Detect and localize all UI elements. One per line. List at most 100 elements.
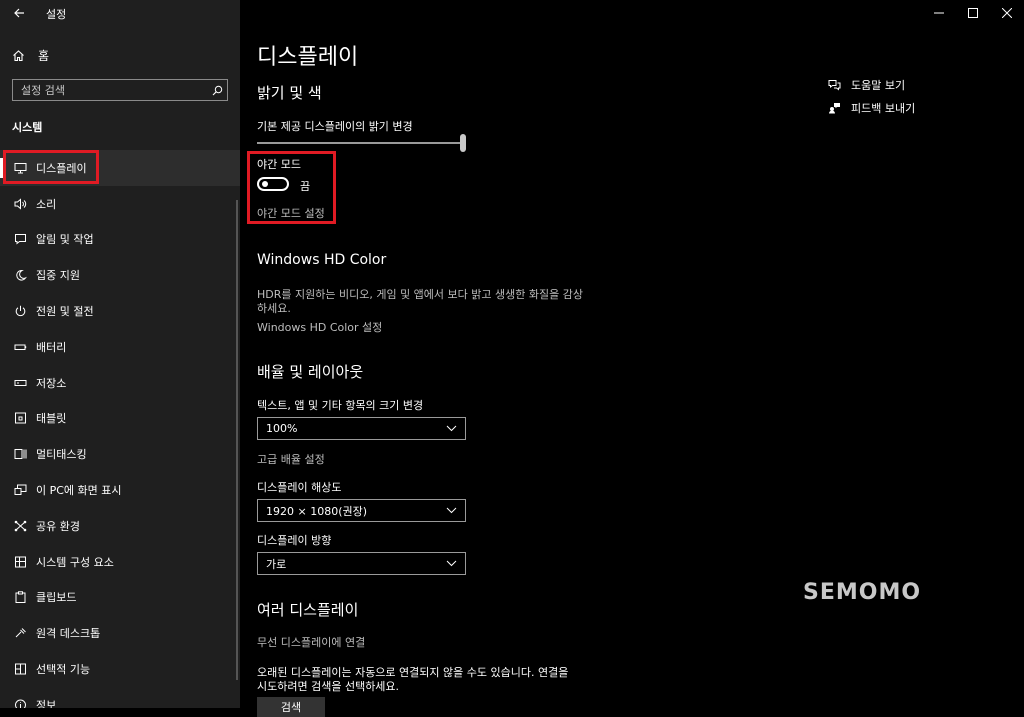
search-icon[interactable] [207, 85, 227, 96]
chevron-down-icon [446, 507, 457, 514]
sidebar-item-home[interactable]: 홈 [0, 42, 240, 68]
help-chat-icon [827, 79, 841, 91]
night-mode-state: 끔 [300, 180, 311, 193]
app-title: 설정 [46, 8, 67, 21]
sidebar-item-label: 시스템 구성 요소 [36, 555, 114, 569]
night-mode-settings-link[interactable]: 야간 모드 설정 [257, 205, 325, 221]
hd-color-heading: Windows HD Color [257, 252, 387, 268]
text-size-label: 텍스트, 앱 및 기타 항목의 크기 변경 [257, 399, 424, 412]
sidebar-item-about[interactable]: 정보 [0, 687, 240, 708]
main-content: 디스플레이 밝기 및 색 기본 제공 디스플레이의 밝기 변경 야간 모드 끔 … [240, 0, 1024, 717]
multiple-displays-heading: 여러 디스플레이 [257, 601, 359, 619]
scale-value: 100% [266, 422, 298, 435]
share-icon [12, 520, 28, 532]
power-icon [12, 305, 28, 317]
sidebar-item-label: 클립보드 [36, 591, 77, 605]
sidebar: 설정 홈 시스템 디스플레이 소리 알림 및 작업 집중 지원 [0, 0, 240, 708]
home-icon [12, 49, 30, 62]
sidebar-item-label: 집중 지원 [36, 269, 80, 283]
sidebar-item-battery[interactable]: 배터리 [0, 329, 240, 365]
home-label: 홈 [38, 48, 50, 63]
sidebar-item-display[interactable]: 디스플레이 [0, 150, 240, 186]
help-link-label: 도움말 보기 [851, 79, 906, 92]
chevron-down-icon [446, 560, 457, 567]
night-mode-toggle[interactable] [257, 177, 289, 191]
sidebar-item-focus-assist[interactable]: 집중 지원 [0, 257, 240, 293]
help-link[interactable]: 도움말 보기 [827, 77, 905, 93]
sidebar-title-bar: 설정 [0, 0, 240, 26]
hd-color-description-line1: HDR를 지원하는 비디오, 게임 및 앱에서 보다 밝고 생생한 화질을 감상 [257, 288, 583, 301]
back-button[interactable] [8, 3, 30, 23]
section-label: 시스템 [12, 121, 43, 134]
sidebar-item-label: 태블릿 [36, 412, 67, 426]
resolution-value: 1920 × 1080(권장) [266, 504, 368, 518]
back-arrow-icon [13, 7, 25, 19]
sidebar-item-components[interactable]: 시스템 구성 요소 [0, 544, 240, 580]
battery-icon [12, 341, 28, 353]
sidebar-item-remote-desktop[interactable]: 원격 데스크톱 [0, 615, 240, 651]
sidebar-item-label: 알림 및 작업 [36, 233, 94, 247]
advanced-scaling-link[interactable]: 고급 배율 설정 [257, 451, 325, 467]
watermark: SEMOMO [803, 580, 922, 605]
feedback-link[interactable]: 피드백 보내기 [827, 100, 915, 116]
sidebar-item-tablet[interactable]: 태블릿 [0, 401, 240, 437]
sidebar-nav: 디스플레이 소리 알림 및 작업 집중 지원 전원 및 절전 배터리 저장소 태… [0, 150, 240, 708]
sidebar-item-label: 정보 [36, 698, 57, 708]
notification-icon [12, 233, 28, 246]
speaker-icon [12, 198, 28, 210]
hd-color-settings-link[interactable]: Windows HD Color 설정 [257, 319, 382, 335]
sidebar-item-label: 저장소 [36, 376, 67, 390]
search-box [12, 79, 228, 101]
scale-layout-heading: 배율 및 레이아웃 [257, 363, 364, 381]
brightness-heading: 밝기 및 색 [257, 84, 322, 102]
chevron-down-icon [446, 425, 457, 432]
scale-dropdown[interactable]: 100% [257, 417, 466, 440]
sidebar-item-notifications[interactable]: 알림 및 작업 [0, 222, 240, 258]
sidebar-item-optional-features[interactable]: 선택적 기능 [0, 651, 240, 687]
sidebar-item-sound[interactable]: 소리 [0, 186, 240, 222]
sidebar-item-label: 공유 환경 [36, 519, 80, 533]
sidebar-item-sharing[interactable]: 공유 환경 [0, 508, 240, 544]
storage-icon [12, 377, 28, 389]
tablet-icon [12, 412, 28, 424]
hd-color-description-line2: 하세요. [257, 302, 291, 315]
remote-icon [12, 627, 28, 639]
sidebar-item-label: 원격 데스크톱 [36, 627, 101, 641]
sidebar-item-label: 배터리 [36, 340, 67, 354]
brightness-slider-thumb[interactable] [460, 134, 466, 152]
resolution-label: 디스플레이 해상도 [257, 481, 342, 494]
project-icon [12, 484, 28, 496]
detect-button[interactable]: 검색 [257, 697, 325, 717]
moon-icon [12, 269, 28, 281]
sidebar-item-multitasking[interactable]: 멀티태스킹 [0, 436, 240, 472]
features-icon [12, 663, 28, 675]
orientation-label: 디스플레이 방향 [257, 534, 332, 547]
search-input[interactable] [13, 82, 207, 98]
sidebar-item-project[interactable]: 이 PC에 화면 표시 [0, 472, 240, 508]
feedback-link-label: 피드백 보내기 [851, 102, 916, 115]
sidebar-item-clipboard[interactable]: 클립보드 [0, 580, 240, 616]
orientation-dropdown[interactable]: 가로 [257, 552, 466, 575]
multi-description-line2: 시도하려면 검색을 선택하세요. [257, 680, 400, 693]
sidebar-item-label: 이 PC에 화면 표시 [36, 484, 122, 498]
info-icon [12, 699, 28, 708]
toggle-knob [262, 181, 268, 187]
sidebar-item-label: 디스플레이 [36, 161, 87, 175]
resolution-dropdown[interactable]: 1920 × 1080(권장) [257, 499, 466, 522]
sidebar-item-label: 멀티태스킹 [36, 448, 87, 462]
components-icon [12, 556, 28, 568]
brightness-label: 기본 제공 디스플레이의 밝기 변경 [257, 120, 413, 133]
page-title: 디스플레이 [257, 45, 359, 70]
sidebar-item-storage[interactable]: 저장소 [0, 365, 240, 401]
clipboard-icon [12, 591, 28, 604]
feedback-icon [827, 102, 841, 114]
sidebar-item-label: 선택적 기능 [36, 663, 91, 677]
sidebar-scrollbar[interactable] [236, 200, 238, 680]
monitor-icon [12, 162, 28, 174]
sidebar-item-label: 전원 및 절전 [36, 305, 94, 319]
wireless-display-link[interactable]: 무선 디스플레이에 연결 [257, 634, 365, 650]
multitask-icon [12, 448, 28, 460]
orientation-value: 가로 [266, 557, 287, 571]
sidebar-item-power[interactable]: 전원 및 절전 [0, 293, 240, 329]
brightness-slider-track[interactable] [257, 142, 463, 144]
